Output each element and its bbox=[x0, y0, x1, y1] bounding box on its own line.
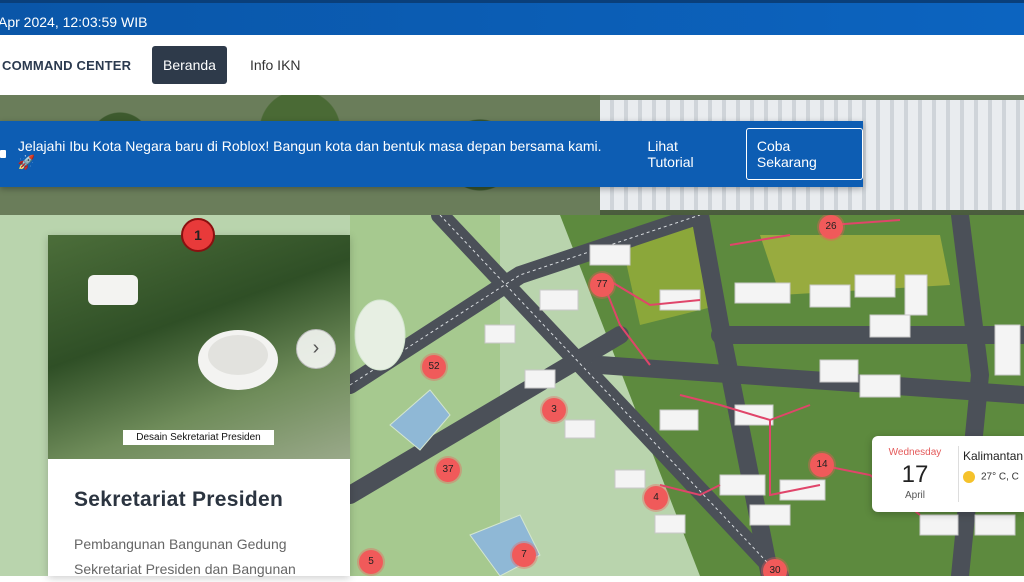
info-card: Desain Sekretariat Presiden › Sekretaria… bbox=[48, 235, 350, 577]
card-image: Desain Sekretariat Presiden › bbox=[48, 235, 350, 459]
map-marker[interactable]: 77 bbox=[590, 273, 614, 297]
step-number-badge: 1 bbox=[181, 218, 215, 252]
card-title: Sekretariat Presiden bbox=[74, 488, 284, 511]
weather-date: 17 bbox=[901, 461, 929, 488]
card-description: Pembangunan Bangunan Gedung Sekretariat … bbox=[74, 536, 296, 577]
map-marker[interactable]: 26 bbox=[819, 215, 843, 239]
nav-item-beranda[interactable]: Beranda bbox=[152, 46, 227, 84]
weather-temp-row: 27° C, C bbox=[963, 471, 1019, 483]
map-marker[interactable]: 30 bbox=[763, 559, 787, 576]
weather-month: April bbox=[904, 490, 925, 501]
partly-sunny-icon bbox=[963, 471, 975, 483]
roblox-banner: Jelajahi Ibu Kota Negara baru di Roblox!… bbox=[0, 121, 863, 187]
top-status-bar: Apr 2024, 12:03:59 WIB bbox=[0, 0, 1024, 35]
map-marker[interactable]: 5 bbox=[359, 550, 383, 574]
map-marker[interactable]: 3 bbox=[542, 398, 566, 422]
weather-widget: Wednesday 17 April Kalimantan 27° C, C bbox=[872, 436, 1024, 512]
map-marker[interactable]: 4 bbox=[644, 486, 668, 510]
weather-day: Wednesday bbox=[888, 447, 942, 458]
try-now-button[interactable]: Coba Sekarang bbox=[745, 128, 863, 180]
weather-location: Kalimantan bbox=[963, 449, 1024, 463]
chevron-right-icon: › bbox=[312, 337, 320, 359]
datetime-label: Apr 2024, 12:03:59 WIB bbox=[0, 14, 148, 30]
map-marker[interactable]: 14 bbox=[810, 453, 834, 477]
card-image-building bbox=[88, 275, 138, 305]
card-image-building bbox=[208, 335, 268, 375]
map-marker[interactable]: 52 bbox=[422, 355, 446, 379]
banner-text: Jelajahi Ibu Kota Negara baru di Roblox!… bbox=[17, 137, 602, 170]
weather-temperature: 27° C, C bbox=[981, 471, 1019, 483]
image-caption: Desain Sekretariat Presiden bbox=[123, 430, 274, 445]
tutorial-link[interactable]: Lihat Tutorial bbox=[647, 138, 725, 170]
navbar: COMMAND CENTER Beranda Info IKN bbox=[0, 35, 1024, 95]
map-marker[interactable]: 37 bbox=[436, 458, 460, 482]
carousel-next-button[interactable]: › bbox=[296, 329, 336, 369]
weather-divider bbox=[958, 446, 959, 502]
nav-item-info-ikn[interactable]: Info IKN bbox=[239, 46, 312, 84]
banner-icon bbox=[0, 150, 6, 158]
brand-logo-text: COMMAND CENTER bbox=[2, 57, 132, 73]
map-marker[interactable]: 7 bbox=[512, 543, 536, 567]
